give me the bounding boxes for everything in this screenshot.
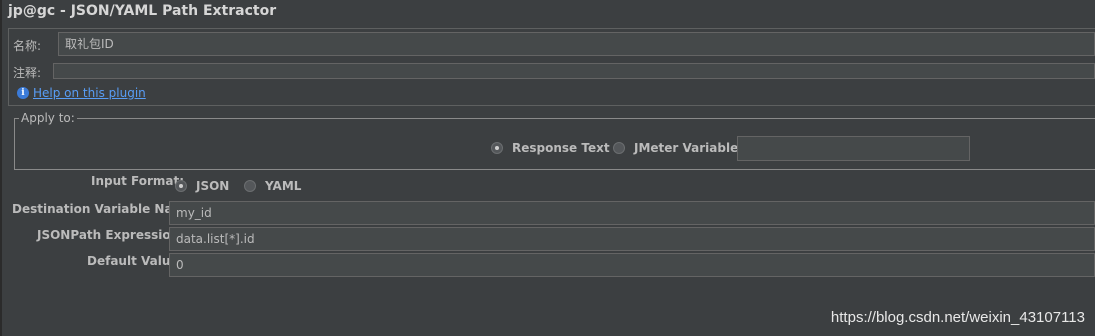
watermark: https://blog.csdn.net/weixin_43107113 — [830, 309, 1085, 326]
info-icon: i — [17, 87, 29, 99]
radio-jmeter-variable-label: JMeter Variable: — [634, 141, 744, 155]
default-value-field[interactable]: 0 — [169, 253, 1095, 277]
help-link[interactable]: Help on this plugin — [33, 86, 146, 100]
radio-response-text-label: Response Text — [512, 141, 610, 155]
input-format-label: Input Format: — [91, 174, 185, 188]
radio-yaml-indicator — [244, 180, 256, 192]
radio-jmeter-variable[interactable]: JMeter Variable: — [613, 141, 743, 155]
radio-response-text[interactable]: Response Text — [491, 141, 610, 155]
radio-yaml-label: YAML — [265, 179, 302, 193]
radio-json-indicator — [175, 180, 187, 192]
name-field[interactable]: 取礼包ID — [58, 32, 1095, 56]
radio-yaml[interactable]: YAML — [244, 179, 301, 193]
help-row: i Help on this plugin — [17, 86, 146, 100]
panel-title: jp@gc - JSON/YAML Path Extractor — [8, 3, 277, 19]
radio-response-text-indicator — [491, 142, 503, 154]
apply-to-title: Apply to: — [19, 111, 77, 125]
radio-json[interactable]: JSON — [175, 179, 229, 193]
jsonpath-field[interactable]: data.list[*].id — [169, 227, 1095, 251]
window-left-edge — [0, 0, 2, 336]
destination-field[interactable]: my_id — [169, 201, 1095, 225]
radio-json-label: JSON — [196, 179, 230, 193]
comment-label: 注释: — [13, 66, 42, 80]
jmeter-variable-field[interactable] — [737, 136, 970, 161]
jsonpath-label: JSONPath Expression: — [37, 228, 184, 242]
name-label: 名称: — [13, 39, 42, 53]
radio-jmeter-variable-indicator — [613, 142, 625, 154]
comment-field[interactable] — [53, 63, 1095, 79]
